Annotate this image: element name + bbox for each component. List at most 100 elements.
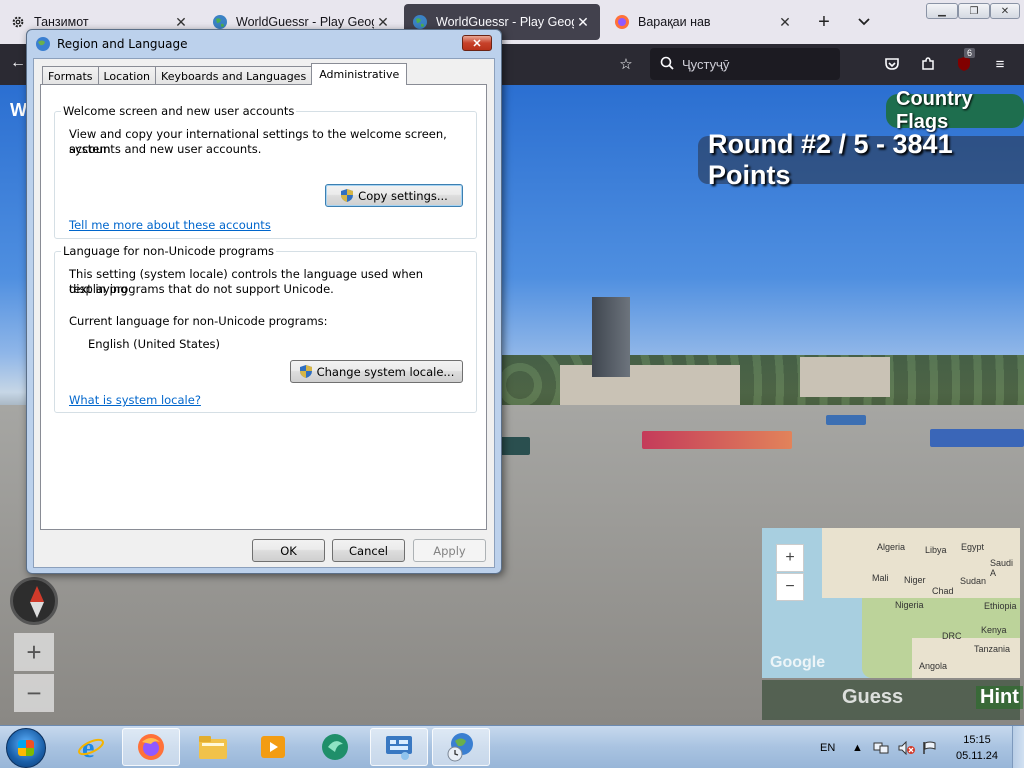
search-icon	[660, 56, 674, 73]
administrative-tab-panel: Welcome screen and new user accounts Vie…	[40, 84, 487, 530]
clock-date: 05.11.24	[955, 750, 998, 762]
extensions-puzzle-icon[interactable]	[918, 54, 938, 74]
bookmark-star-icon[interactable]: ☆	[616, 54, 636, 74]
google-logo: Google	[770, 654, 826, 671]
dialog-titlebar[interactable]: Region and Language ✕	[27, 30, 501, 58]
zoom-out-button[interactable]: −	[14, 674, 54, 712]
uac-shield-icon	[341, 189, 354, 202]
taskbar-clock[interactable]: 15:15 05.11.24	[952, 732, 1002, 764]
search-placeholder: Ҷустуҷӯ	[682, 56, 730, 72]
zoom-in-button[interactable]: +	[14, 633, 54, 671]
extension-badge: 6	[964, 48, 976, 58]
map-label: Nigeria	[895, 600, 924, 610]
firefox-icon[interactable]	[122, 728, 180, 766]
cancel-button[interactable]: Cancel	[332, 539, 405, 562]
map-label: Saudi A	[990, 558, 1014, 578]
tab-list-chevron-icon[interactable]	[852, 10, 876, 34]
map-label: Angola	[919, 661, 948, 671]
system-locale-info-link[interactable]: What is system locale?	[69, 393, 201, 407]
action-center-flag-icon[interactable]	[922, 726, 938, 768]
minimize-button[interactable]: ▁	[926, 3, 958, 19]
tower-background	[592, 297, 630, 377]
group-description: accounts and new user accounts.	[69, 142, 262, 156]
guess-button[interactable]: Guess	[842, 686, 903, 709]
start-button[interactable]	[6, 728, 46, 768]
dialog-tabs: Formats Location Keyboards and Languages…	[42, 63, 408, 85]
building-background	[560, 365, 740, 405]
windows-taskbar: e EN ▲ 15:15 05.11.24	[0, 725, 1024, 768]
non-unicode-group: Language for non-Unicode programs This s…	[54, 244, 477, 413]
internet-explorer-icon[interactable]: e	[62, 728, 120, 766]
tab-administrative[interactable]: Administrative	[311, 63, 408, 85]
map-label: Egypt	[961, 542, 985, 552]
show-desktop-button[interactable]	[1012, 726, 1024, 768]
colored-bench	[642, 431, 792, 449]
group-legend: Language for non-Unicode programs	[61, 244, 277, 258]
clock-time: 15:15	[963, 734, 991, 746]
pocket-icon[interactable]	[882, 54, 902, 74]
overlay-text: W	[10, 100, 27, 120]
search-input[interactable]: Ҷустуҷӯ	[650, 48, 840, 80]
back-arrow-icon[interactable]: ←	[10, 54, 26, 72]
control-panel-icon[interactable]	[370, 728, 428, 766]
button-label: Copy settings...	[358, 188, 448, 203]
guess-minimap[interactable]: Algeria Libya Egypt Saudi A Mali Niger S…	[762, 528, 1020, 678]
ublock-extension-icon[interactable]: 6	[954, 48, 976, 74]
dialog-close-button[interactable]: ✕	[462, 35, 492, 51]
volume-muted-icon[interactable]	[898, 726, 916, 768]
uac-shield-icon	[299, 365, 312, 378]
tab-keyboards-languages[interactable]: Keyboards and Languages	[155, 66, 313, 85]
map-label: DRC	[942, 631, 962, 641]
welcome-screen-group: Welcome screen and new user accounts Vie…	[54, 104, 477, 239]
button-label: Change system locale...	[316, 364, 455, 379]
language-indicator[interactable]: EN	[820, 726, 835, 768]
map-label: Algeria	[877, 542, 906, 552]
current-language-label: Current language for non-Unicode program…	[69, 314, 328, 328]
colored-bench	[826, 415, 866, 425]
tab-title: WorldGuessr - Play Geoguessr	[436, 15, 574, 29]
new-tab-button[interactable]: +	[812, 10, 836, 34]
map-label: Chad	[932, 586, 954, 596]
map-label: Ethiopia	[984, 601, 1017, 611]
globe-clock-icon	[35, 36, 51, 52]
dialog-title: Region and Language	[57, 37, 188, 51]
tab-new-tab[interactable]: Варақаи нав ✕	[606, 4, 802, 40]
accounts-info-link[interactable]: Tell me more about these accounts	[69, 218, 271, 232]
group-description: text in programs that do not support Uni…	[69, 282, 334, 296]
restore-button[interactable]: ❐	[958, 3, 990, 19]
copy-settings-button[interactable]: Copy settings...	[325, 184, 463, 207]
media-player-icon[interactable]	[244, 728, 302, 766]
map-zoom-out-button[interactable]: −	[776, 573, 804, 601]
globe-icon	[412, 14, 428, 30]
gear-icon	[10, 14, 26, 30]
group-legend: Welcome screen and new user accounts	[61, 104, 297, 118]
svg-text:e: e	[82, 733, 94, 762]
map-zoom-in-button[interactable]: +	[776, 544, 804, 572]
region-language-icon[interactable]	[432, 728, 490, 766]
map-label: Niger	[904, 575, 926, 585]
hint-button[interactable]: Hint	[976, 686, 1023, 709]
tab-close-icon[interactable]: ✕	[574, 13, 592, 31]
change-system-locale-button[interactable]: Change system locale...	[290, 360, 463, 383]
show-hidden-icons-chevron-icon[interactable]: ▲	[852, 726, 863, 768]
app-icon[interactable]	[306, 728, 364, 766]
compass-icon[interactable]	[10, 577, 58, 625]
close-window-button[interactable]: ✕	[990, 3, 1020, 19]
tab-close-icon[interactable]: ✕	[776, 13, 794, 31]
current-language-value: English (United States)	[88, 337, 221, 351]
map-label: Kenya	[981, 625, 1007, 635]
apply-button[interactable]: Apply	[413, 539, 486, 562]
tab-location[interactable]: Location	[97, 66, 157, 85]
colored-bench	[500, 437, 530, 455]
network-icon[interactable]	[873, 726, 889, 768]
tab-formats[interactable]: Formats	[42, 66, 99, 85]
map-label: Mali	[872, 573, 889, 583]
hamburger-menu-icon[interactable]: ≡	[990, 54, 1010, 74]
file-explorer-icon[interactable]	[184, 728, 242, 766]
firefox-icon	[614, 14, 630, 30]
building-background	[800, 357, 890, 397]
ok-button[interactable]: OK	[252, 539, 325, 562]
round-score-banner: Round #2 / 5 - 3841 Points	[698, 129, 1024, 190]
colored-bench	[930, 429, 1024, 447]
globe-icon	[212, 14, 228, 30]
